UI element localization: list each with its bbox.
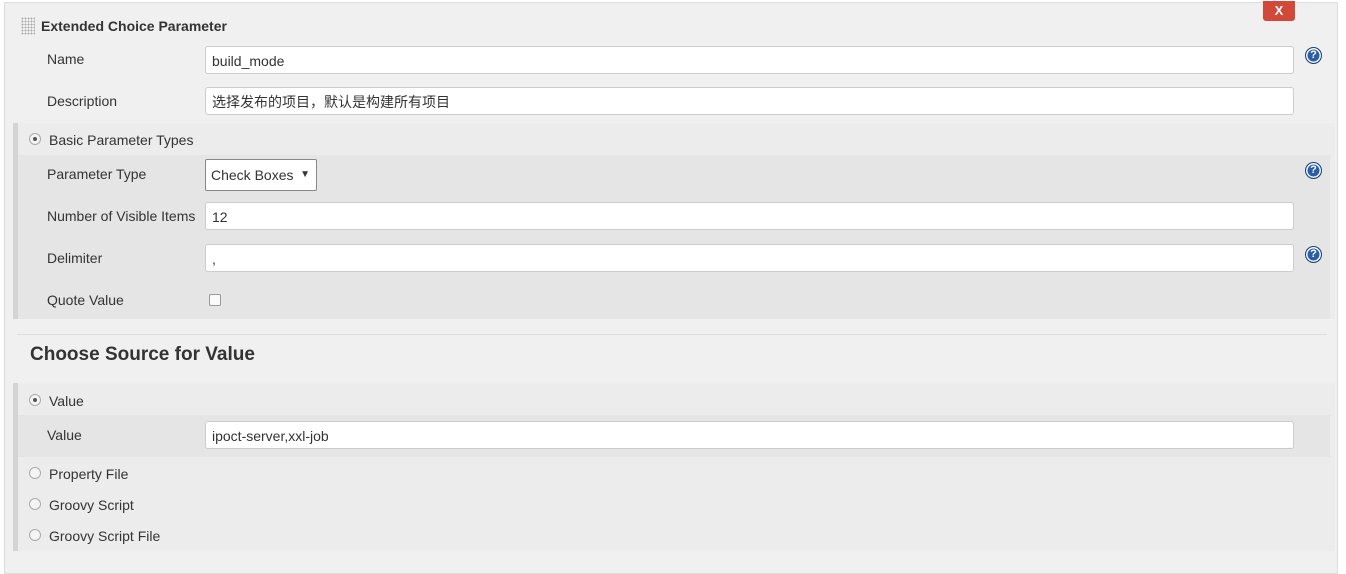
value-label: Value [47, 427, 82, 443]
basic-parameter-types-label: Basic Parameter Types [49, 132, 194, 148]
name-label: Name [47, 51, 85, 67]
groovy-script-label: Groovy Script [49, 497, 134, 513]
drag-handle-icon[interactable] [21, 17, 35, 35]
name-input[interactable]: build_mode [205, 46, 1294, 74]
groovy-script-file-radio[interactable] [29, 529, 41, 541]
property-file-radio[interactable] [29, 467, 41, 479]
parameter-type-value: Check Boxes [211, 167, 294, 183]
extended-choice-parameter-panel: Extended Choice Parameter X Name build_m… [4, 1, 1338, 574]
source-section [13, 383, 1335, 551]
groovy-script-radio[interactable] [29, 498, 41, 510]
delimiter-label: Delimiter [47, 250, 103, 266]
value-input[interactable]: ipoct-server,xxl-job [205, 421, 1294, 449]
quote-value-checkbox[interactable] [209, 294, 221, 306]
help-icon[interactable]: ? [1305, 47, 1322, 64]
basic-parameter-types-radio[interactable] [29, 133, 41, 145]
delete-button[interactable]: X [1263, 1, 1295, 21]
visible-items-input[interactable]: 12 [205, 202, 1294, 230]
value-radio-label: Value [49, 393, 84, 409]
help-icon[interactable]: ? [1305, 162, 1322, 179]
divider [17, 334, 1327, 335]
description-input[interactable]: 选择发布的项目，默认是构建所有项目 [205, 87, 1294, 115]
quote-value-label: Quote Value [47, 292, 124, 308]
visible-items-label: Number of Visible Items [47, 208, 196, 224]
parameter-type-label: Parameter Type [47, 166, 147, 182]
delimiter-input[interactable]: , [205, 244, 1294, 272]
value-radio[interactable] [29, 394, 41, 406]
property-file-label: Property File [49, 466, 129, 482]
section-heading: Choose Source for Value [30, 344, 255, 365]
description-label: Description [47, 93, 118, 109]
parameter-type-select[interactable]: Check Boxes ▼ [205, 159, 317, 191]
panel-title: Extended Choice Parameter [41, 18, 227, 34]
dropdown-arrow-icon: ▼ [300, 169, 310, 180]
groovy-script-file-label: Groovy Script File [49, 528, 161, 544]
help-icon[interactable]: ? [1305, 246, 1322, 263]
